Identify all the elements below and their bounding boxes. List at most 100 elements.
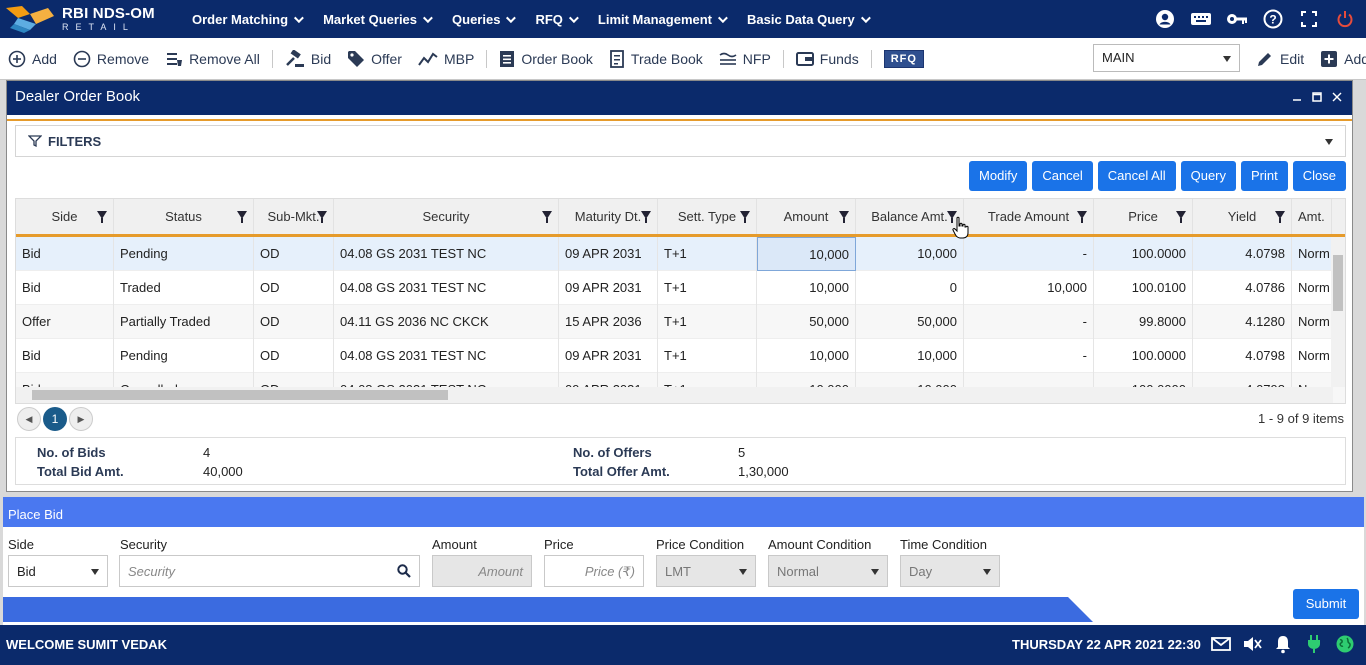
- cancel-button[interactable]: Cancel: [1032, 161, 1093, 191]
- chevron-down-icon: [506, 12, 517, 23]
- column-header-maturity[interactable]: Maturity Dt.: [559, 199, 658, 234]
- total-bid-label: Total Bid Amt.: [37, 464, 124, 479]
- vertical-scrollbar[interactable]: [1331, 237, 1345, 387]
- filters-label: FILTERS: [48, 133, 102, 149]
- bell-icon[interactable]: [1272, 633, 1294, 655]
- column-header-trade-amount[interactable]: Trade Amount: [964, 199, 1094, 234]
- offer-button[interactable]: Offer: [347, 50, 402, 68]
- remove-button[interactable]: Remove: [73, 50, 149, 68]
- remove-all-button[interactable]: Remove All: [165, 50, 260, 68]
- amount-condition-select[interactable]: Normal: [768, 555, 888, 587]
- cancel-all-button[interactable]: Cancel All: [1097, 161, 1176, 191]
- column-header-sett-type[interactable]: Sett. Type: [658, 199, 757, 234]
- chevron-down-icon: [422, 12, 433, 23]
- modify-button[interactable]: Modify: [969, 161, 1028, 191]
- mbp-button[interactable]: MBP: [418, 51, 474, 67]
- table-row[interactable]: Bid Pending OD 04.08 GS 2031 TEST NC 09 …: [16, 339, 1345, 373]
- table-row[interactable]: Bid Traded OD 04.08 GS 2031 TEST NC 09 A…: [16, 271, 1345, 305]
- pencil-icon: [1258, 53, 1271, 66]
- filter-icon[interactable]: [542, 211, 552, 223]
- pager: ◀ 1 ▶: [17, 407, 93, 431]
- filter-icon[interactable]: [1176, 211, 1186, 223]
- book-icon: [610, 49, 624, 68]
- minimize-icon[interactable]: [1292, 89, 1302, 106]
- help-icon[interactable]: ?: [1262, 8, 1284, 30]
- mail-icon[interactable]: [1210, 633, 1232, 655]
- filters-panel[interactable]: FILTERS: [15, 125, 1346, 157]
- nfp-button[interactable]: NFP: [719, 51, 771, 67]
- column-header-price[interactable]: Price: [1094, 199, 1193, 234]
- keyboard-icon[interactable]: [1190, 8, 1212, 30]
- plus-square-icon: [1321, 51, 1338, 67]
- add-right-button[interactable]: Add: [1320, 50, 1366, 68]
- bid-banner-strip: [3, 597, 1093, 622]
- power-icon[interactable]: [1334, 8, 1356, 30]
- key-icon[interactable]: [1226, 8, 1248, 30]
- window-title: Dealer Order Book: [15, 88, 141, 105]
- filter-icon[interactable]: [839, 211, 849, 223]
- close-icon[interactable]: [1332, 89, 1342, 106]
- grid-header: Side Status Sub-Mkt. Security Maturity D…: [16, 199, 1345, 237]
- filter-icon[interactable]: [237, 211, 247, 223]
- market-select[interactable]: MAIN: [1093, 44, 1240, 72]
- gavel-icon: [285, 49, 304, 67]
- nav-basic-data-query[interactable]: Basic Data Query: [747, 12, 871, 27]
- column-header-sub-mkt[interactable]: Sub-Mkt.: [254, 199, 334, 234]
- close-button[interactable]: Close: [1292, 161, 1346, 191]
- chevron-down-icon: [568, 12, 579, 23]
- filter-icon[interactable]: [641, 211, 651, 223]
- filter-icon[interactable]: [317, 211, 327, 223]
- maximize-icon[interactable]: [1312, 89, 1322, 106]
- offers-count-value: 5: [738, 445, 746, 460]
- side-select[interactable]: Bid: [8, 555, 108, 587]
- funds-button[interactable]: Funds: [795, 51, 859, 67]
- filter-icon[interactable]: [740, 211, 750, 223]
- bid-button[interactable]: Bid: [285, 49, 331, 68]
- table-row[interactable]: Offer Partially Traded OD 04.11 GS 2036 …: [16, 305, 1345, 339]
- filter-icon[interactable]: [97, 211, 107, 223]
- nav-limit-management[interactable]: Limit Management: [598, 12, 728, 27]
- handshake-logo-icon: [4, 4, 56, 34]
- tag-icon: [348, 50, 365, 67]
- app-subtitle: RETAIL: [62, 22, 135, 32]
- nav-rfq[interactable]: RFQ: [535, 12, 579, 27]
- funnel-icon: [28, 135, 42, 147]
- submit-button[interactable]: Submit: [1293, 589, 1359, 619]
- nav-order-matching[interactable]: Order Matching: [192, 12, 304, 27]
- rfq-button[interactable]: RFQ: [883, 49, 924, 68]
- nav-queries[interactable]: Queries: [452, 12, 517, 27]
- caret-down-icon: [1223, 56, 1231, 62]
- column-header-security[interactable]: Security: [334, 199, 559, 234]
- column-header-amount[interactable]: Amount: [757, 199, 856, 234]
- fullscreen-icon[interactable]: [1298, 8, 1320, 30]
- filter-icon[interactable]: [1275, 211, 1285, 223]
- query-button[interactable]: Query: [1180, 161, 1237, 191]
- column-header-amt[interactable]: Amt.: [1292, 199, 1332, 234]
- order-book-button[interactable]: Order Book: [499, 50, 593, 68]
- security-input[interactable]: Security: [119, 555, 420, 587]
- security-label: Security: [120, 537, 167, 552]
- search-icon[interactable]: [397, 564, 411, 578]
- time-condition-select[interactable]: Day: [900, 555, 1000, 587]
- prev-page-icon[interactable]: ◀: [17, 407, 41, 431]
- add-button[interactable]: Add: [8, 50, 57, 68]
- table-row[interactable]: Bid Pending OD 04.08 GS 2031 TEST NC 09 …: [16, 237, 1345, 271]
- nav-market-queries[interactable]: Market Queries: [323, 12, 433, 27]
- current-page[interactable]: 1: [43, 407, 67, 431]
- trade-book-button[interactable]: Trade Book: [609, 49, 703, 68]
- next-page-icon[interactable]: ▶: [69, 407, 93, 431]
- horizontal-scrollbar[interactable]: [16, 387, 1333, 403]
- user-icon[interactable]: [1154, 8, 1176, 30]
- column-header-status[interactable]: Status: [114, 199, 254, 234]
- mute-icon[interactable]: [1241, 633, 1263, 655]
- summary-panel: No. of Bids 4 Total Bid Amt. 40,000 No. …: [15, 437, 1346, 485]
- edit-button[interactable]: Edit: [1256, 50, 1304, 68]
- filter-icon[interactable]: [1077, 211, 1087, 223]
- price-condition-select[interactable]: LMT: [656, 555, 756, 587]
- column-header-yield[interactable]: Yield: [1193, 199, 1292, 234]
- print-button[interactable]: Print: [1241, 161, 1288, 191]
- amount-input[interactable]: Amount: [432, 555, 532, 587]
- price-input[interactable]: Price (₹): [544, 555, 644, 587]
- column-header-side[interactable]: Side: [16, 199, 114, 234]
- column-header-balance-amt[interactable]: Balance Amt.: [856, 199, 964, 234]
